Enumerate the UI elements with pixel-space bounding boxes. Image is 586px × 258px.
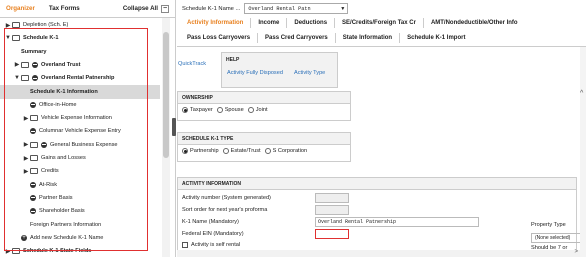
k1-name-select-value: Overland Rental Patn [248, 5, 311, 12]
radio-taxpayer-label: Taxpayer [190, 107, 213, 113]
tab-organizer[interactable]: Organizer [6, 5, 35, 12]
self-rental-row: Activity is self rental [182, 242, 240, 248]
k1-type-title: SCHEDULE K-1 TYPE [178, 133, 350, 145]
radio-joint-label: Joint [255, 107, 268, 113]
left-panel: Organizer Tax Forms Collapse All − ▶ Depl… [0, 0, 176, 257]
fein-field[interactable] [315, 229, 349, 239]
k1-name-select[interactable]: Overland Rental Patn ▼ [244, 3, 349, 14]
activity-number-label: Activity number (System generated) [182, 195, 271, 201]
scroll-right-arrow-icon[interactable]: > [574, 249, 578, 255]
activity-info-title: ACTIVITY INFORMATION [178, 178, 576, 190]
tree-scroll-thumb[interactable] [163, 32, 169, 158]
divider [177, 46, 586, 47]
help-link-fully-disposed[interactable]: Activity Fully Disposed [227, 70, 283, 76]
ownership-options: Taxpayer Spouse Joint [178, 104, 350, 116]
radio-estate-trust[interactable] [222, 148, 229, 154]
radio-s-corporation[interactable] [264, 148, 271, 154]
k1-name-label: Schedule K-1 Name ... [182, 5, 241, 12]
radio-taxpayer[interactable] [182, 107, 188, 113]
tab-pass-loss[interactable]: Pass Loss Carryovers [180, 33, 259, 43]
tab-activity-information[interactable]: Activity Information [180, 18, 252, 28]
quicktrack-link[interactable]: QuickTrack [178, 61, 206, 67]
help-title: HELP [226, 57, 240, 63]
ownership-box: OWNERSHIP Taxpayer Spouse Joint [177, 91, 351, 121]
main-panel: Schedule K-1 Name ... Overland Rental Pa… [177, 0, 586, 257]
fein-label: Federal EIN (Mandatory) [182, 231, 244, 237]
k1-type-box: SCHEDULE K-1 TYPE Partnership Estate/Tru… [177, 132, 351, 162]
panel-resize-handle[interactable] [172, 118, 176, 136]
ownership-title: OWNERSHIP [178, 92, 350, 104]
tab-deductions[interactable]: Deductions [287, 18, 336, 28]
main-scrollbar[interactable] [580, 47, 586, 257]
k1-name-field-label: K-1 Name (Mandatory) [182, 219, 239, 225]
chevron-down-icon: ▼ [341, 5, 345, 12]
collapse-icon: − [161, 4, 169, 13]
help-box: HELP Activity Fully Disposed Activity Ty… [221, 52, 338, 88]
radio-partnership-label: Partnership [190, 148, 219, 154]
collapse-all-button[interactable]: Collapse All − [122, 4, 169, 13]
radio-spouse[interactable] [216, 107, 223, 113]
k1-name-field[interactable]: Overland Rental Patnership [315, 217, 479, 227]
activity-number-field [315, 193, 349, 203]
tabs-row-1: Activity Information Income Deductions S… [180, 18, 525, 28]
tab-amt[interactable]: AMT/Nondeductible/Other Info [424, 18, 525, 28]
radio-joint[interactable] [247, 107, 254, 113]
sort-order-field[interactable] [315, 205, 349, 215]
self-rental-checkbox[interactable] [182, 242, 188, 248]
tab-k1-import[interactable]: Schedule K-1 Import [400, 33, 472, 43]
tab-se-credits[interactable]: SE/Credits/Foreign Tax Cr [335, 18, 424, 28]
collapse-all-label: Collapse All [122, 5, 158, 12]
radio-spouse-label: Spouse [224, 107, 244, 113]
left-tabs: Organizer Tax Forms Collapse All − [0, 0, 175, 18]
horizontal-scrollbar[interactable] [177, 250, 580, 257]
k1-type-options: Partnership Estate/Trust S Corporation [178, 145, 350, 157]
property-type-label: Property Type [531, 222, 566, 228]
tab-pass-cred[interactable]: Pass Cred Carryovers [258, 33, 336, 43]
tab-income[interactable]: Income [251, 18, 288, 28]
sort-order-label: Sort order for next year's proforma [182, 207, 268, 213]
self-rental-label: Activity is self rental [191, 242, 241, 248]
activity-info-box: ACTIVITY INFORMATION Activity number (Sy… [177, 177, 586, 257]
scroll-up-arrow-icon[interactable]: ^ [580, 90, 583, 97]
help-link-activity-type[interactable]: Activity Type [294, 70, 325, 76]
highlight-box [4, 28, 148, 251]
property-type-select[interactable]: (None selected) [531, 233, 586, 243]
k1-name-selector: Schedule K-1 Name ... Overland Rental Pa… [182, 3, 349, 14]
radio-s-corporation-label: S Corporation [272, 148, 308, 154]
radio-estate-trust-label: Estate/Trust [230, 148, 261, 154]
tab-state-info[interactable]: State Information [336, 33, 401, 43]
radio-partnership[interactable] [182, 148, 188, 154]
tabs-row-2: Pass Loss Carryovers Pass Cred Carryover… [180, 33, 472, 43]
tab-tax-forms[interactable]: Tax Forms [49, 5, 80, 12]
tree-scrollbar[interactable] [162, 18, 170, 257]
